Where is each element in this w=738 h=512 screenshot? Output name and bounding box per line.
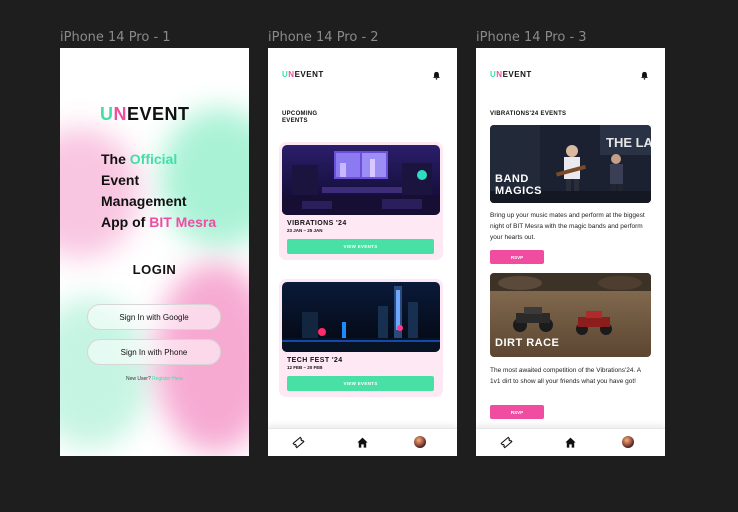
- frame-title-2: iPhone 14 Pro - 2: [268, 30, 379, 45]
- bottom-nav: [268, 428, 457, 456]
- view-events-button[interactable]: VIEW EVENTS: [287, 239, 434, 254]
- band-magics-image[interactable]: THE LA TO BANDMAGICS: [490, 125, 651, 203]
- backdrop-text: THE LA TO: [606, 135, 651, 150]
- sign-in-phone-button[interactable]: Sign In with Phone: [87, 339, 221, 365]
- login-heading: LOGIN: [132, 262, 177, 277]
- register-link[interactable]: Register Here: [152, 376, 183, 382]
- dirt-race-image[interactable]: DIRT RACE: [490, 273, 651, 357]
- login-screen: UNEVENT The Official Event Management Ap…: [60, 48, 249, 456]
- frame-title-1: iPhone 14 Pro - 1: [60, 30, 171, 45]
- upcoming-events-screen: UNEVENT UPCOMING EVENTS VIBRATIONS '24 2…: [268, 48, 457, 456]
- event-name: VIBRATIONS '24: [287, 220, 347, 227]
- techfest-image: [282, 282, 440, 352]
- bottom-nav: [476, 428, 665, 456]
- event-dates: 12 FEB – 20 FEB: [287, 365, 323, 370]
- band-magics-label: BAND MAGICS: [495, 173, 542, 197]
- profile-avatar[interactable]: [622, 436, 634, 448]
- register-prompt: New User? Register Here: [126, 376, 183, 382]
- rsvp-button-dirt-race[interactable]: RSVP: [490, 405, 544, 419]
- bell-icon[interactable]: [432, 71, 441, 80]
- home-icon[interactable]: [356, 436, 369, 449]
- event-card-techfest[interactable]: TECH FEST '24 12 FEB – 20 FEB VIEW EVENT…: [279, 279, 443, 397]
- app-logo: UNEVENT: [100, 104, 190, 124]
- event-card-vibrations[interactable]: VIBRATIONS '24 23 JAN – 25 JAN VIEW EVEN…: [279, 142, 443, 260]
- vibrations-events-screen: UNEVENT VIBRATIONS'24 EVENTS THE LA TO B…: [476, 48, 665, 456]
- home-icon[interactable]: [564, 436, 577, 449]
- rsvp-button-band-magics[interactable]: RSVP: [490, 250, 544, 264]
- upcoming-events-title: UPCOMING EVENTS: [282, 111, 318, 124]
- event-name: TECH FEST '24: [287, 357, 343, 364]
- sign-in-google-button[interactable]: Sign In with Google: [87, 304, 221, 330]
- band-magics-description: Bring up your music mates and perform at…: [490, 212, 645, 241]
- dirt-race-description: The most awaited competition of the Vibr…: [490, 367, 641, 385]
- bell-icon[interactable]: [640, 71, 649, 80]
- vibrations-image: [282, 145, 440, 215]
- tagline: The Official Event Management App of BIT…: [101, 151, 217, 230]
- app-logo: UNEVENT: [490, 70, 532, 79]
- frame-title-3: iPhone 14 Pro - 3: [476, 30, 587, 45]
- view-events-button[interactable]: VIEW EVENTS: [287, 376, 434, 391]
- event-dates: 23 JAN – 25 JAN: [287, 228, 323, 233]
- ticket-icon[interactable]: [292, 436, 305, 449]
- ticket-icon[interactable]: [500, 436, 513, 449]
- app-logo: UNEVENT: [282, 70, 324, 79]
- dirt-race-label: DIRT RACE: [495, 337, 560, 349]
- profile-avatar[interactable]: [414, 436, 426, 448]
- vibrations-events-title: VIBRATIONS'24 EVENTS: [490, 111, 567, 117]
